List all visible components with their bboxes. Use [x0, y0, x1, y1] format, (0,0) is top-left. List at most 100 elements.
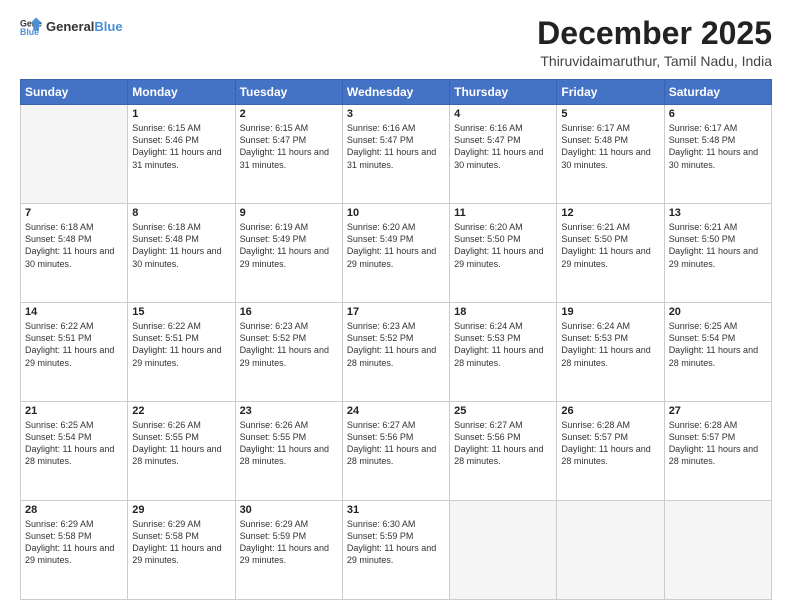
calendar-day: 18 Sunrise: 6:24 AM Sunset: 5:53 PM Dayli… — [450, 303, 557, 402]
day-info: Sunrise: 6:16 AM Sunset: 5:47 PM Dayligh… — [454, 122, 552, 171]
calendar-day: 26 Sunrise: 6:28 AM Sunset: 5:57 PM Dayli… — [557, 402, 664, 501]
calendar-day: 21 Sunrise: 6:25 AM Sunset: 5:54 PM Dayli… — [21, 402, 128, 501]
day-info: Sunrise: 6:26 AM Sunset: 5:55 PM Dayligh… — [132, 419, 230, 468]
day-number: 30 — [240, 504, 338, 516]
calendar-day: 7 Sunrise: 6:18 AM Sunset: 5:48 PM Daylig… — [21, 204, 128, 303]
day-number: 21 — [25, 405, 123, 417]
calendar-day: 4 Sunrise: 6:16 AM Sunset: 5:47 PM Daylig… — [450, 105, 557, 204]
col-wednesday: Wednesday — [342, 80, 449, 105]
calendar-day: 24 Sunrise: 6:27 AM Sunset: 5:56 PM Dayli… — [342, 402, 449, 501]
day-number: 29 — [132, 504, 230, 516]
day-info: Sunrise: 6:26 AM Sunset: 5:55 PM Dayligh… — [240, 419, 338, 468]
day-info: Sunrise: 6:28 AM Sunset: 5:57 PM Dayligh… — [561, 419, 659, 468]
calendar-day: 31 Sunrise: 6:30 AM Sunset: 5:59 PM Dayli… — [342, 501, 449, 600]
day-number: 4 — [454, 108, 552, 120]
day-info: Sunrise: 6:20 AM Sunset: 5:49 PM Dayligh… — [347, 221, 445, 270]
logo-general: General — [46, 19, 94, 34]
day-info: Sunrise: 6:15 AM Sunset: 5:46 PM Dayligh… — [132, 122, 230, 171]
day-number: 23 — [240, 405, 338, 417]
day-number: 16 — [240, 306, 338, 318]
calendar-day: 6 Sunrise: 6:17 AM Sunset: 5:48 PM Daylig… — [664, 105, 771, 204]
calendar-day — [664, 501, 771, 600]
day-info: Sunrise: 6:18 AM Sunset: 5:48 PM Dayligh… — [132, 221, 230, 270]
day-number: 24 — [347, 405, 445, 417]
day-number: 5 — [561, 108, 659, 120]
col-saturday: Saturday — [664, 80, 771, 105]
calendar-week-3: 21 Sunrise: 6:25 AM Sunset: 5:54 PM Dayli… — [21, 402, 772, 501]
day-info: Sunrise: 6:18 AM Sunset: 5:48 PM Dayligh… — [25, 221, 123, 270]
col-tuesday: Tuesday — [235, 80, 342, 105]
day-info: Sunrise: 6:24 AM Sunset: 5:53 PM Dayligh… — [561, 320, 659, 369]
calendar-day: 1 Sunrise: 6:15 AM Sunset: 5:46 PM Daylig… — [128, 105, 235, 204]
calendar-day: 8Sunrise: 6:18 AM Sunset: 5:48 PM Daylig… — [128, 204, 235, 303]
day-number: 6 — [669, 108, 767, 120]
title-block: December 2025 Thiruvidaimaruthur, Tamil … — [537, 16, 772, 69]
calendar-week-2: 14 Sunrise: 6:22 AM Sunset: 5:51 PM Dayli… — [21, 303, 772, 402]
calendar-day: 9Sunrise: 6:19 AM Sunset: 5:49 PM Daylig… — [235, 204, 342, 303]
calendar-day: 23 Sunrise: 6:26 AM Sunset: 5:55 PM Dayli… — [235, 402, 342, 501]
calendar-day: 17 Sunrise: 6:23 AM Sunset: 5:52 PM Dayli… — [342, 303, 449, 402]
page: General Blue GeneralBlue December 2025 T… — [0, 0, 792, 612]
day-info: Sunrise: 6:23 AM Sunset: 5:52 PM Dayligh… — [240, 320, 338, 369]
calendar-day: 12Sunrise: 6:21 AM Sunset: 5:50 PM Dayli… — [557, 204, 664, 303]
day-info: Sunrise: 6:21 AM Sunset: 5:50 PM Dayligh… — [669, 221, 767, 270]
day-number: 10 — [347, 207, 445, 219]
calendar-header-row: Sunday Monday Tuesday Wednesday Thursday… — [21, 80, 772, 105]
day-number: 27 — [669, 405, 767, 417]
calendar-day: 20 Sunrise: 6:25 AM Sunset: 5:54 PM Dayli… — [664, 303, 771, 402]
calendar-day — [450, 501, 557, 600]
calendar-week-4: 28 Sunrise: 6:29 AM Sunset: 5:58 PM Dayli… — [21, 501, 772, 600]
day-number: 20 — [669, 306, 767, 318]
calendar-week-0: 1 Sunrise: 6:15 AM Sunset: 5:46 PM Daylig… — [21, 105, 772, 204]
day-number: 1 — [132, 108, 230, 120]
subtitle: Thiruvidaimaruthur, Tamil Nadu, India — [537, 53, 772, 69]
day-number: 25 — [454, 405, 552, 417]
day-number: 2 — [240, 108, 338, 120]
day-number: 31 — [347, 504, 445, 516]
calendar-day: 16 Sunrise: 6:23 AM Sunset: 5:52 PM Dayli… — [235, 303, 342, 402]
header: General Blue GeneralBlue December 2025 T… — [20, 16, 772, 69]
day-info: Sunrise: 6:25 AM Sunset: 5:54 PM Dayligh… — [25, 419, 123, 468]
calendar-day: 5Sunrise: 6:17 AM Sunset: 5:48 PM Daylig… — [557, 105, 664, 204]
calendar-table: Sunday Monday Tuesday Wednesday Thursday… — [20, 79, 772, 600]
day-number: 11 — [454, 207, 552, 219]
day-number: 26 — [561, 405, 659, 417]
col-sunday: Sunday — [21, 80, 128, 105]
day-number: 28 — [25, 504, 123, 516]
day-number: 17 — [347, 306, 445, 318]
day-info: Sunrise: 6:22 AM Sunset: 5:51 PM Dayligh… — [25, 320, 123, 369]
logo-blue: Blue — [94, 19, 122, 34]
calendar-day: 19Sunrise: 6:24 AM Sunset: 5:53 PM Dayli… — [557, 303, 664, 402]
day-number: 7 — [25, 207, 123, 219]
col-monday: Monday — [128, 80, 235, 105]
day-info: Sunrise: 6:29 AM Sunset: 5:58 PM Dayligh… — [132, 518, 230, 567]
calendar-day — [557, 501, 664, 600]
day-info: Sunrise: 6:19 AM Sunset: 5:49 PM Dayligh… — [240, 221, 338, 270]
day-number: 3 — [347, 108, 445, 120]
main-title: December 2025 — [537, 16, 772, 51]
calendar-day: 10 Sunrise: 6:20 AM Sunset: 5:49 PM Dayli… — [342, 204, 449, 303]
day-number: 14 — [25, 306, 123, 318]
calendar-day: 25Sunrise: 6:27 AM Sunset: 5:56 PM Dayli… — [450, 402, 557, 501]
day-info: Sunrise: 6:23 AM Sunset: 5:52 PM Dayligh… — [347, 320, 445, 369]
calendar-day: 2 Sunrise: 6:15 AM Sunset: 5:47 PM Daylig… — [235, 105, 342, 204]
calendar-day: 14 Sunrise: 6:22 AM Sunset: 5:51 PM Dayli… — [21, 303, 128, 402]
day-info: Sunrise: 6:16 AM Sunset: 5:47 PM Dayligh… — [347, 122, 445, 171]
day-info: Sunrise: 6:29 AM Sunset: 5:59 PM Dayligh… — [240, 518, 338, 567]
day-info: Sunrise: 6:15 AM Sunset: 5:47 PM Dayligh… — [240, 122, 338, 171]
calendar-day: 3 Sunrise: 6:16 AM Sunset: 5:47 PM Daylig… — [342, 105, 449, 204]
calendar-week-1: 7 Sunrise: 6:18 AM Sunset: 5:48 PM Daylig… — [21, 204, 772, 303]
day-info: Sunrise: 6:28 AM Sunset: 5:57 PM Dayligh… — [669, 419, 767, 468]
day-info: Sunrise: 6:27 AM Sunset: 5:56 PM Dayligh… — [347, 419, 445, 468]
col-thursday: Thursday — [450, 80, 557, 105]
calendar-day: 22Sunrise: 6:26 AM Sunset: 5:55 PM Dayli… — [128, 402, 235, 501]
day-info: Sunrise: 6:30 AM Sunset: 5:59 PM Dayligh… — [347, 518, 445, 567]
day-info: Sunrise: 6:25 AM Sunset: 5:54 PM Dayligh… — [669, 320, 767, 369]
day-info: Sunrise: 6:21 AM Sunset: 5:50 PM Dayligh… — [561, 221, 659, 270]
day-info: Sunrise: 6:24 AM Sunset: 5:53 PM Dayligh… — [454, 320, 552, 369]
day-number: 18 — [454, 306, 552, 318]
day-number: 15 — [132, 306, 230, 318]
calendar-day: 15Sunrise: 6:22 AM Sunset: 5:51 PM Dayli… — [128, 303, 235, 402]
day-info: Sunrise: 6:17 AM Sunset: 5:48 PM Dayligh… — [669, 122, 767, 171]
calendar-day: 27 Sunrise: 6:28 AM Sunset: 5:57 PM Dayli… — [664, 402, 771, 501]
